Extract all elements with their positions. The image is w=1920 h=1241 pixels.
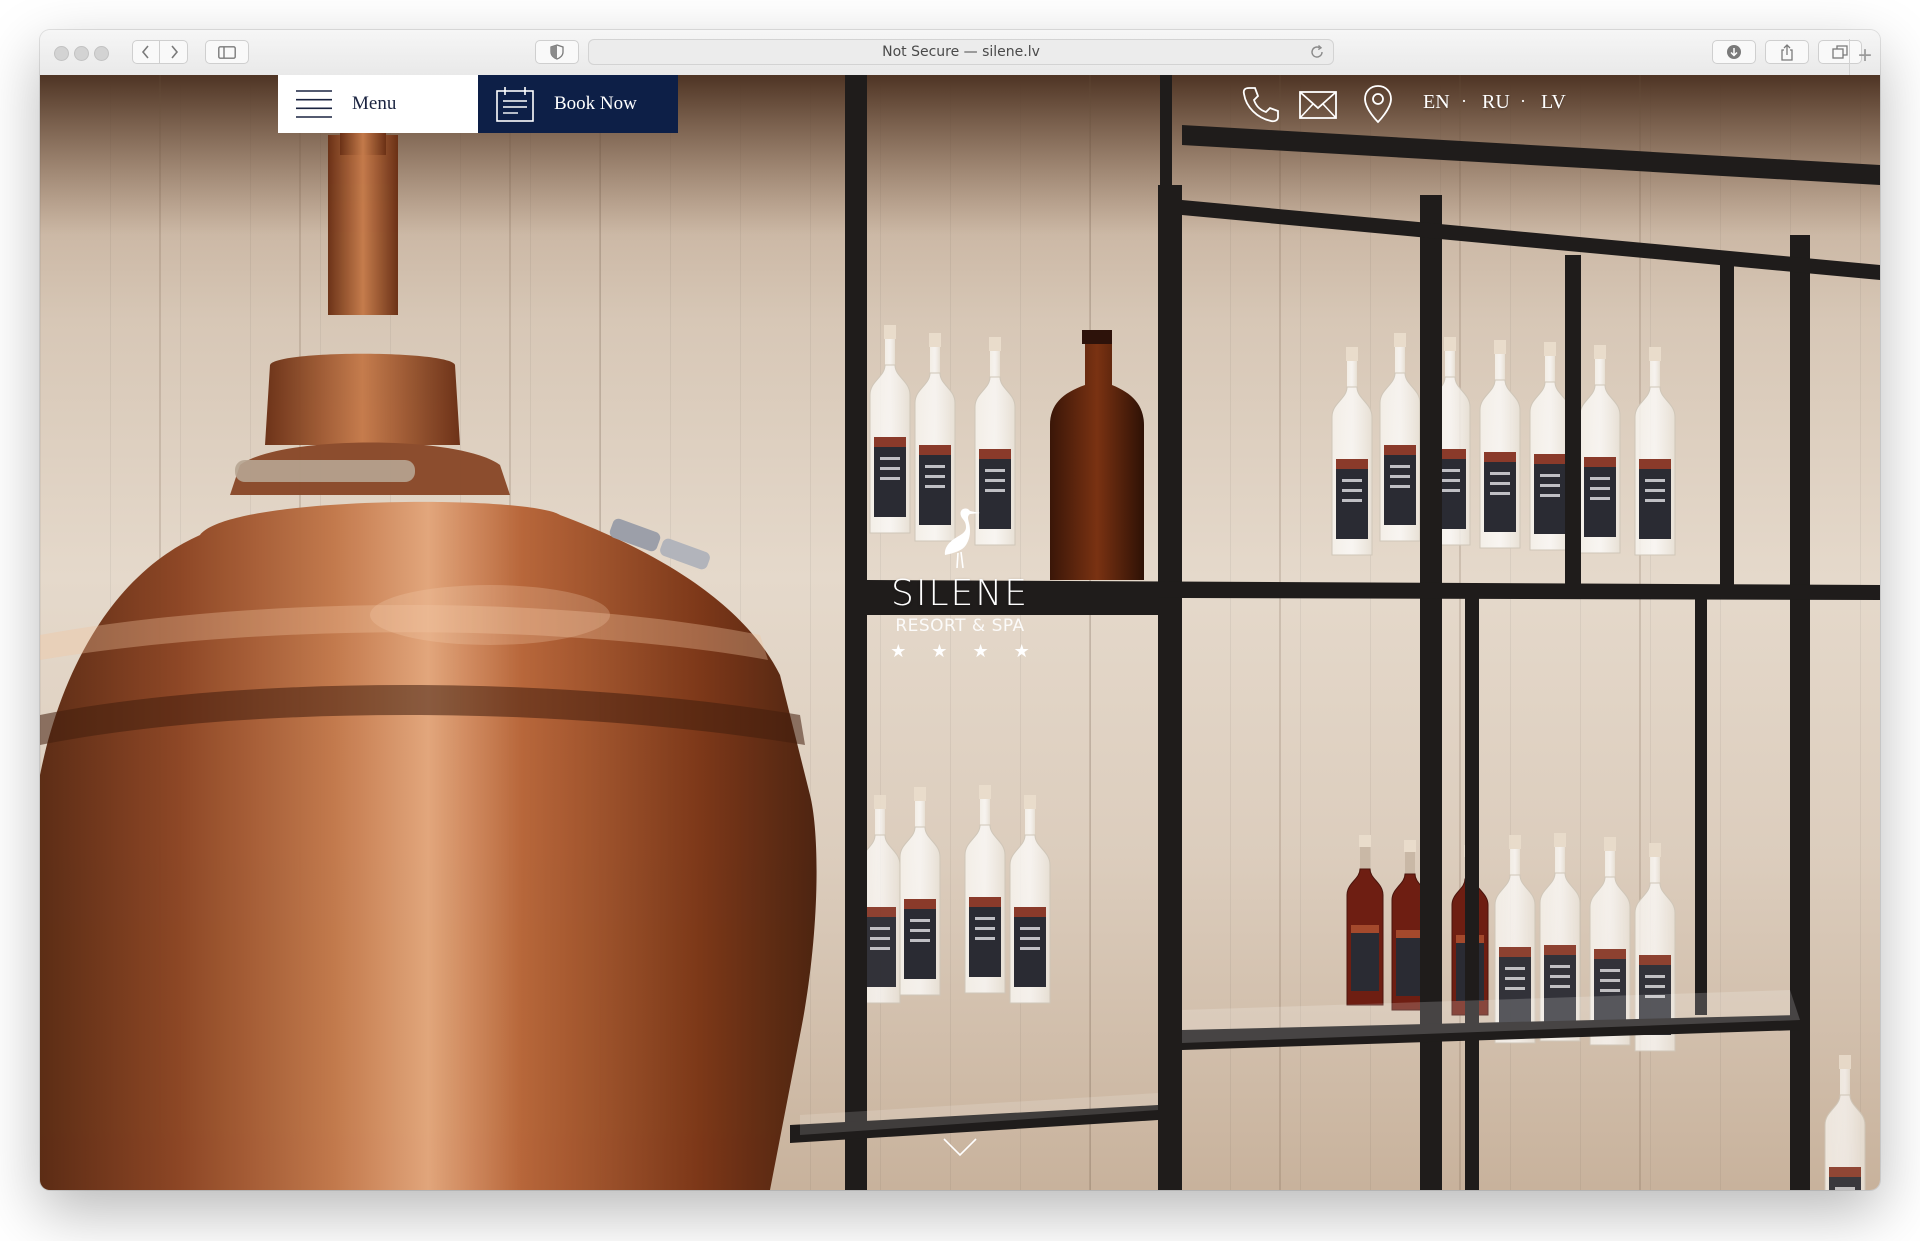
phone-icon[interactable] bbox=[1240, 84, 1280, 124]
language-separator: · bbox=[1520, 91, 1526, 111]
share-icon bbox=[1781, 43, 1793, 61]
sidebar-toggle-button[interactable] bbox=[205, 40, 249, 64]
language-separator: · bbox=[1461, 91, 1467, 111]
sidebar-icon bbox=[218, 45, 236, 59]
silene-logo: SILENE RESORT & SPA ★ ★ ★ ★ bbox=[860, 505, 1060, 664]
envelope-icon[interactable] bbox=[1298, 84, 1338, 124]
logo-tagline: RESORT & SPA bbox=[895, 616, 1025, 636]
map-pin-icon[interactable] bbox=[1358, 84, 1398, 124]
reload-icon[interactable] bbox=[1309, 44, 1325, 60]
language-ru[interactable]: RU bbox=[1482, 91, 1510, 114]
tabs-icon bbox=[1832, 45, 1848, 59]
hero-section: Menu Book Now EN · RU · LV SILENE RESORT… bbox=[40, 75, 1880, 1190]
minimize-window-button[interactable] bbox=[74, 46, 89, 61]
book-now-button[interactable]: Book Now bbox=[478, 75, 678, 133]
forward-button[interactable] bbox=[160, 40, 188, 64]
new-tab-button[interactable]: + bbox=[1849, 39, 1880, 75]
chevron-right-icon bbox=[170, 45, 178, 59]
share-button[interactable] bbox=[1765, 40, 1809, 64]
download-icon bbox=[1727, 45, 1741, 59]
shield-icon bbox=[550, 44, 564, 60]
menu-button[interactable]: Menu bbox=[278, 75, 478, 133]
address-text: Not Secure — silene.lv bbox=[882, 44, 1040, 60]
zoom-window-button[interactable] bbox=[94, 46, 109, 61]
downloads-button[interactable] bbox=[1712, 40, 1756, 64]
browser-window: Not Secure — silene.lv + Menu Book Now E… bbox=[40, 30, 1880, 1190]
calendar-icon bbox=[496, 87, 534, 122]
address-bar[interactable]: Not Secure — silene.lv bbox=[588, 39, 1334, 65]
logo-name: SILENE bbox=[891, 573, 1029, 614]
book-now-label: Book Now bbox=[554, 93, 637, 114]
browser-toolbar: Not Secure — silene.lv + bbox=[40, 30, 1880, 76]
language-lv[interactable]: LV bbox=[1541, 91, 1566, 114]
back-button[interactable] bbox=[132, 40, 160, 64]
privacy-report-button[interactable] bbox=[535, 40, 579, 64]
close-window-button[interactable] bbox=[54, 46, 69, 61]
chevron-left-icon bbox=[141, 45, 149, 59]
heron-icon bbox=[944, 508, 980, 569]
hamburger-icon bbox=[296, 90, 332, 118]
chevron-down-icon[interactable] bbox=[942, 1135, 978, 1159]
language-en[interactable]: EN bbox=[1423, 91, 1450, 114]
logo-stars: ★ ★ ★ ★ bbox=[890, 641, 1040, 661]
menu-label: Menu bbox=[352, 93, 397, 114]
